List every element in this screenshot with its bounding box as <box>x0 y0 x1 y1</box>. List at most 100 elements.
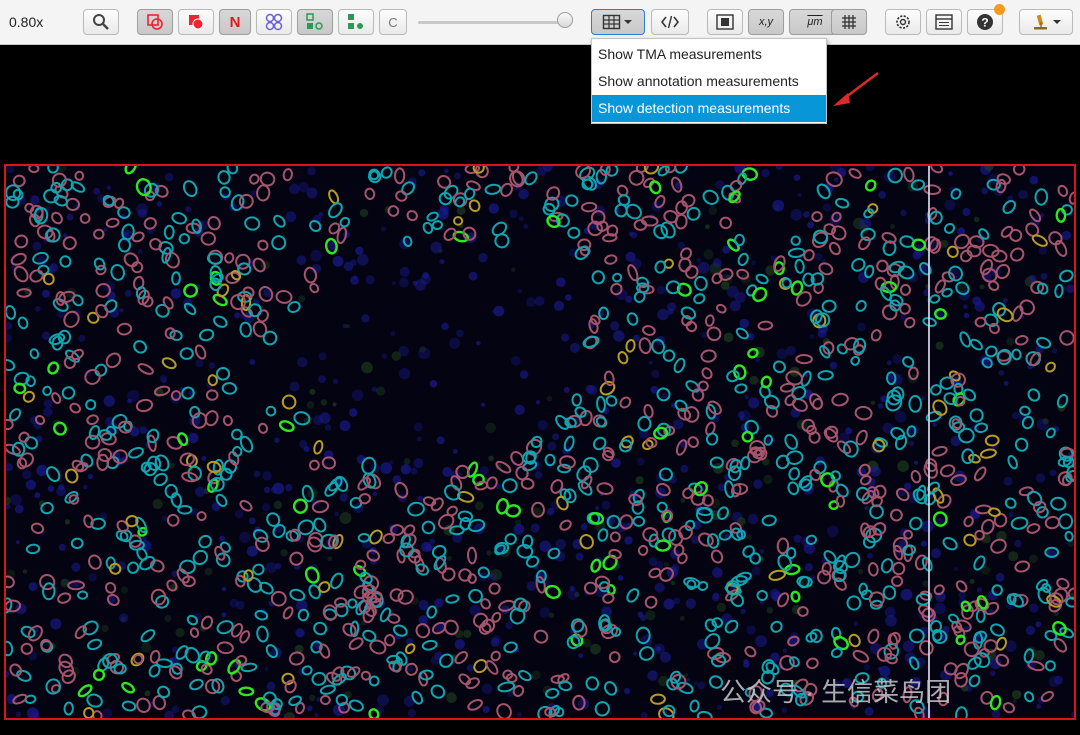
cell-outline <box>974 316 987 328</box>
cell-outline <box>755 273 769 285</box>
cell-outline <box>969 408 984 423</box>
cell-outline <box>458 673 471 686</box>
cell-outline <box>1058 513 1074 530</box>
cell-outline <box>29 348 40 360</box>
cell-outline <box>63 701 74 716</box>
cell-outline <box>580 201 598 213</box>
cell-outline <box>1019 405 1031 416</box>
show-grid-button[interactable] <box>831 9 867 35</box>
cell-outline <box>1057 184 1069 197</box>
cell-outline <box>855 299 867 312</box>
cell-outline <box>330 572 344 590</box>
cell-outline <box>596 395 606 413</box>
cell-outline <box>256 625 269 643</box>
cell-outline <box>850 355 861 366</box>
filled-annotations-icon <box>189 15 204 30</box>
show-detections-button[interactable] <box>297 9 333 35</box>
cell-outline <box>795 353 813 365</box>
cell-outline <box>832 568 846 583</box>
log-button[interactable] <box>926 9 962 35</box>
cell-outline <box>273 214 286 228</box>
show-connections-button[interactable]: C <box>379 9 407 35</box>
menu-item-detection-measurements[interactable]: Show detection measurements <box>592 95 826 122</box>
cell-outline <box>284 679 297 694</box>
cell-outline <box>903 166 915 183</box>
cell-outline <box>1014 335 1029 346</box>
cell-outline <box>784 394 797 407</box>
extensions-button[interactable] <box>1019 9 1073 35</box>
opacity-slider-track[interactable] <box>418 21 568 24</box>
cell-outline <box>617 351 629 365</box>
cell-outline <box>20 642 33 655</box>
overview-button[interactable] <box>707 9 743 35</box>
cell-outline <box>852 650 870 663</box>
cell-outline <box>70 537 84 550</box>
cell-outline <box>943 222 956 234</box>
menu-item-tma-measurements[interactable]: Show TMA measurements <box>592 41 826 68</box>
opacity-slider-thumb[interactable] <box>557 12 573 28</box>
show-coordinates-button[interactable]: x,y <box>748 9 784 35</box>
fill-detections-button[interactable] <box>338 9 374 35</box>
cell-outline <box>786 547 797 560</box>
cell-outline <box>46 466 61 483</box>
cell-outline <box>559 519 572 531</box>
cell-outline <box>524 171 538 186</box>
cell-outline <box>328 202 343 219</box>
cell-outline <box>179 347 194 360</box>
cell-outline <box>831 392 849 407</box>
cell-outline <box>415 623 431 639</box>
cell-outline <box>441 567 456 582</box>
preferences-button[interactable] <box>885 9 921 35</box>
cell-detections <box>6 166 1074 718</box>
cell-outline <box>131 261 144 274</box>
menu-item-annotation-measurements[interactable]: Show annotation measurements <box>592 68 826 95</box>
image-viewer[interactable] <box>0 44 1080 735</box>
names-label: N <box>229 13 241 31</box>
cell-outline <box>421 639 438 651</box>
cell-outline <box>239 321 252 338</box>
cell-outline <box>868 591 885 607</box>
show-names-button[interactable]: N <box>219 9 251 35</box>
cell-outline <box>626 312 639 326</box>
cell-outline <box>961 448 975 465</box>
cell-outline <box>867 562 879 577</box>
zoom-to-fit-button[interactable] <box>83 9 119 35</box>
cell-outline <box>1010 516 1029 530</box>
cell-outline <box>83 707 95 718</box>
cell-outline <box>955 580 968 593</box>
cell-outline <box>458 568 472 582</box>
cell-outline <box>1058 269 1074 283</box>
cell-outline <box>123 252 139 268</box>
cell-outline <box>308 459 320 471</box>
cell-outline <box>257 239 269 251</box>
cell-outline <box>608 548 622 560</box>
cell-outline <box>648 180 662 195</box>
measurement-table-button[interactable] <box>591 9 645 35</box>
cell-outline <box>864 179 877 192</box>
cell-outline <box>282 168 293 182</box>
cell-outline <box>991 584 1003 596</box>
cell-outline <box>9 663 23 677</box>
cell-outline <box>891 575 904 587</box>
cell-outline <box>6 640 14 657</box>
cell-outline <box>612 272 623 283</box>
watermark: 公众号 · 生信菜鸟团 <box>720 677 952 707</box>
cell-outline <box>984 434 1000 447</box>
cell-outline <box>1029 208 1042 223</box>
cell-outline <box>882 585 897 600</box>
cell-outline <box>1002 702 1016 714</box>
cell-outline <box>605 395 618 407</box>
cell-outline <box>230 269 242 281</box>
cell-outline <box>790 590 801 603</box>
script-editor-button[interactable] <box>651 9 689 35</box>
cell-outline <box>42 385 52 397</box>
show-tma-grid-button[interactable] <box>256 9 292 35</box>
cell-outline <box>682 487 694 500</box>
cell-outline <box>47 166 59 174</box>
cell-outline <box>979 448 997 459</box>
cell-outline <box>318 643 331 659</box>
fill-annotations-button[interactable] <box>178 9 214 35</box>
show-annotations-button[interactable] <box>137 9 173 35</box>
cell-outline <box>445 594 460 604</box>
cell-outline <box>770 620 783 633</box>
